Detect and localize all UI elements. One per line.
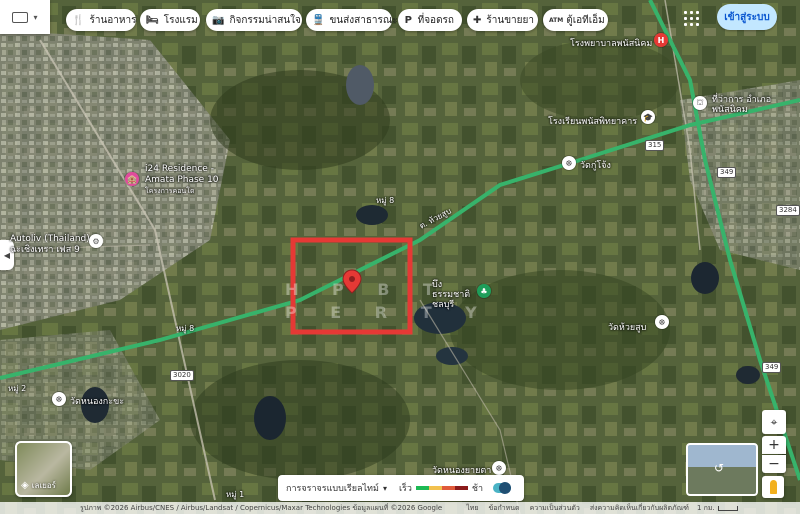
chip-label: ตู้เอทีเอ็ม [566,14,605,26]
place-label-school[interactable]: โรงเรียนพนัสพิทยาคาร [548,114,637,128]
zoom-out-button[interactable]: − [762,455,786,473]
attribution-text: รูปภาพ ©2026 Airbus/CNES / Airbus/Landsa… [80,503,443,512]
chip-label: ร้านขายยา [486,14,534,26]
chevron-down-icon: ▾ [33,12,38,22]
pharmacy-icon: ✚ [473,14,482,26]
pegman-icon [769,480,777,494]
camera-icon: 📷 [212,14,225,26]
place-label-temple-ku[interactable]: วัดกู่โจ้ง [580,158,611,172]
keyboard-icon [12,11,29,23]
traffic-color-swatch [441,486,455,490]
route-shield: 3284 [776,205,800,216]
government-icon[interactable]: ⛫ [693,96,707,110]
crosshair-icon: ⌖ [770,414,778,429]
village-label: หมู่ 8 [376,196,395,205]
chip-label: โรงแรม [163,14,198,26]
chip-things-to-do[interactable]: 📷 กิจกรรมน่าสนใจ [206,9,302,31]
zoom-in-button[interactable]: + [762,436,786,454]
chip-label: ที่จอดรถ [417,14,454,26]
park-icon[interactable]: ♣ [477,284,491,298]
place-label-residence[interactable]: i24 Residence - Amata Phase 10 โครงการคอ… [145,164,230,197]
map-imagery [0,0,800,514]
restaurant-icon: 🍴 [72,14,85,26]
attribution-bar: รูปภาพ ©2026 Airbus/CNES / Airbus/Landsa… [0,502,800,514]
scale-label[interactable]: 1 กม. [697,503,715,514]
parking-icon: P [404,14,412,26]
chip-pharmacies[interactable]: ✚ ร้านขายยา [467,9,538,31]
school-icon[interactable]: 🎓 [641,110,655,124]
chip-label: กิจกรรมน่าสนใจ [229,14,301,26]
watermark-line-1: H P B T [285,280,448,299]
footer-link[interactable]: ไทย [466,503,478,514]
village-label: หมู่ 2 [8,384,27,393]
traffic-color-swatch [415,486,429,490]
traffic-legend[interactable]: การจราจรแบบเรียลไทม์ ▾ เร็ว ช้า [278,475,524,501]
layers-button[interactable]: ◈ เลเยอร์ [15,441,72,497]
apps-grid-icon[interactable] [682,9,702,29]
traffic-color-swatch [454,486,468,490]
traffic-gradient [415,486,468,490]
factory-icon[interactable]: ⚙ [89,234,103,248]
chip-atms[interactable]: ATM ตู้เอทีเอ็ม [543,9,608,31]
hospital-icon[interactable]: H [654,33,668,47]
traffic-toggle[interactable] [493,482,512,494]
residence-name: i24 Residence - Amata Phase 10 [145,164,219,185]
temple-icon[interactable]: ☸ [562,156,576,170]
footer-link[interactable]: ส่งความคิดเห็นเกี่ยวกับผลิตภัณฑ์ [590,503,689,514]
chip-label: ร้านอาหาร [89,14,137,26]
toggle-knob [499,482,512,494]
route-shield: 3020 [170,370,194,381]
traffic-fast-label: เร็ว [398,484,412,494]
chip-restaurants[interactable]: 🍴 ร้านอาหาร [66,9,136,31]
traffic-slow-label: ช้า [471,484,484,494]
layers-label: เลเยอร์ [31,481,56,490]
my-location-button[interactable]: ⌖ [762,410,786,434]
transit-icon: 🚆 [312,14,325,26]
chevron-down-icon: ▾ [382,483,387,493]
place-label-wat-nong-kha[interactable]: วัดหนองกะขะ [70,394,124,408]
footer-link[interactable]: ข้อกำหนด [489,503,520,514]
place-label-hospital[interactable]: โรงพยาบาลพนัสนิคม [570,36,652,50]
place-label-lake[interactable]: บึงธรรมชาติ ชลบุรี [432,280,478,310]
hotel-icon: 🛏 [146,14,159,26]
scale-bar [717,505,738,511]
village-label: หมู่ 1 [226,490,245,499]
satellite-map[interactable] [0,0,800,514]
rotate-icon: ↺ [714,461,725,475]
atm-icon: ATM [549,16,564,24]
lodging-icon[interactable]: 🏨 [125,172,139,186]
street-view-thumbnail[interactable]: ↺ [686,443,758,496]
traffic-color-swatch [428,486,442,490]
sign-in-button[interactable]: เข้าสู่ระบบ [717,4,777,30]
route-shield: 349 [762,362,782,373]
village-label: หมู่ 8 [176,324,195,333]
chip-label: ขนส่งสาธารณะ [329,14,398,26]
route-shield: 315 [645,140,665,151]
chip-parking[interactable]: P ที่จอดรถ [398,9,462,31]
residence-sub: โครงการคอนโด [145,187,195,195]
temple-icon[interactable]: ☸ [52,392,66,406]
chip-hotels[interactable]: 🛏 โรงแรม [140,9,200,31]
chip-transit[interactable]: 🚆 ขนส่งสาธารณะ [306,9,398,31]
layers-icon: ◈ [21,480,29,491]
place-label-district-office[interactable]: ที่ว่าการ อำเภอพนัสนิคม [712,95,782,115]
place-label-autoliv[interactable]: Autoliv (Thailand) ฉะเชิงเทรา เฟส 9 [10,234,90,256]
pegman-button[interactable] [762,476,784,498]
route-shield: 349 [717,167,737,178]
footer-link[interactable]: ความเป็นส่วนตัว [530,503,580,514]
menu-button[interactable]: ▾ [0,0,50,34]
place-label-wat-huai[interactable]: วัดห้วยสูบ [608,320,646,334]
temple-icon[interactable]: ☸ [655,315,669,329]
temple-icon[interactable]: ☸ [492,461,506,475]
traffic-mode-label: การจราจรแบบเรียลไทม์ [286,484,379,494]
